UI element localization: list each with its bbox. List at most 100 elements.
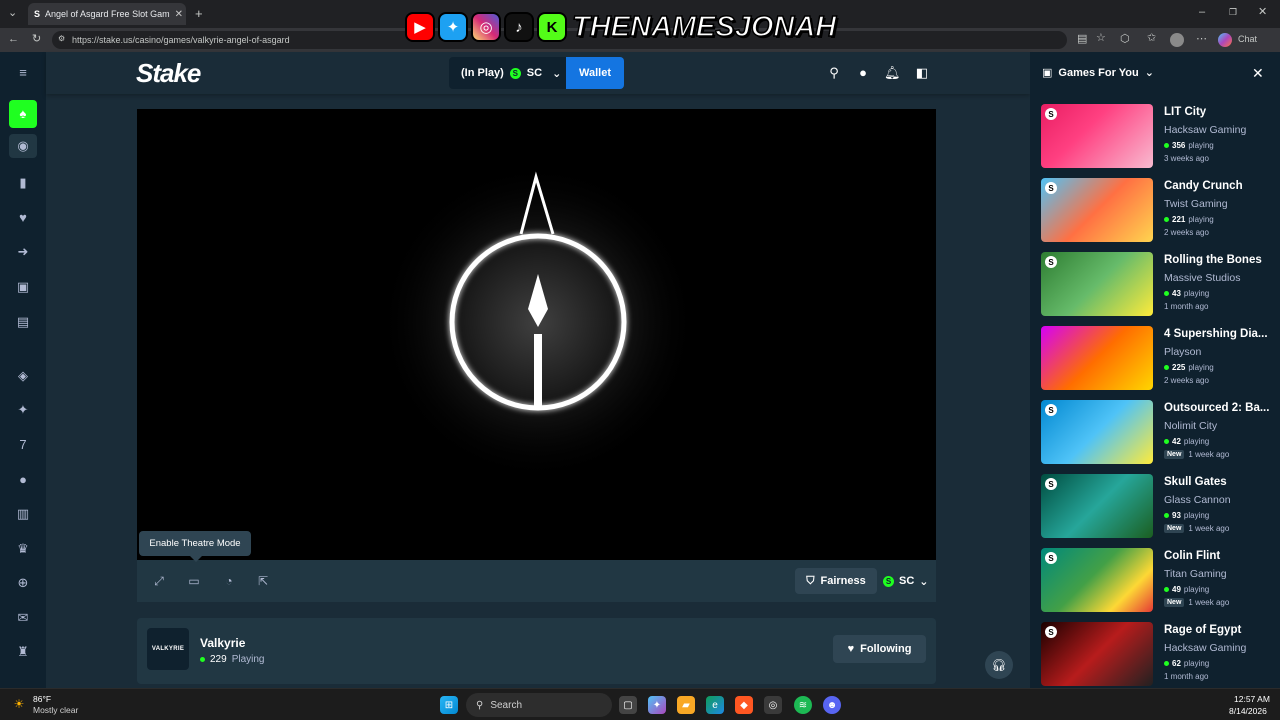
promotions-icon[interactable]: ✉ (13, 608, 33, 628)
task-view-icon[interactable]: ▢ (619, 696, 637, 714)
my-bets-icon[interactable]: ▤ (13, 312, 33, 332)
following-button[interactable]: ♥ Following (833, 635, 926, 663)
window-close-icon[interactable]: ✕ (1258, 7, 1267, 18)
favorites-icon[interactable]: ♥ (13, 208, 33, 228)
game-item[interactable]: S LIT City Hacksaw Gaming 356 playing 3 w… (1041, 104, 1278, 168)
game-thumbnail[interactable]: S (1041, 178, 1153, 242)
fullscreen-icon[interactable]: ⤢ (151, 573, 167, 589)
more-menu-icon[interactable]: ⋯ (1196, 34, 1207, 45)
toggle-sidebar-icon[interactable]: ◧ (914, 65, 930, 81)
edge-icon[interactable]: e (706, 696, 724, 714)
originals-icon[interactable]: ◈ (13, 366, 33, 386)
reload-icon[interactable]: ↻ (32, 34, 41, 45)
game-title[interactable]: Skull Gates (1164, 476, 1276, 488)
casino-icon[interactable]: ♠ (9, 100, 37, 128)
game-thumbnail[interactable]: S (1041, 400, 1153, 464)
notifications-icon[interactable]: 🔔︎ (884, 65, 901, 81)
game-provider[interactable]: Titan Gaming (1164, 568, 1227, 580)
game-shows-icon[interactable]: ▥ (13, 504, 33, 524)
weather-icon[interactable]: ☀ (10, 695, 28, 713)
obs-icon[interactable]: ◎ (764, 696, 782, 714)
game-thumbnail[interactable]: S (1041, 104, 1153, 168)
game-provider[interactable]: Twist Gaming (1164, 198, 1228, 210)
game-title[interactable]: Candy Crunch (1164, 180, 1276, 192)
start-icon[interactable]: ⊞ (440, 696, 458, 714)
game-provider[interactable]: Hacksaw Gaming (1164, 642, 1246, 654)
theatre-mode-icon[interactable]: ▭ (186, 573, 202, 589)
file-explorer-icon[interactable]: ▰ (677, 696, 695, 714)
game-provider[interactable]: Nolimit City (1164, 420, 1217, 432)
lobby-icon[interactable]: ◉ (9, 134, 37, 158)
clock-date[interactable]: 8/14/2026 (1229, 706, 1267, 716)
game-provider[interactable]: Hacksaw Gaming (1164, 124, 1246, 136)
spotify-icon[interactable]: ≋ (794, 696, 812, 714)
game-item[interactable]: S Rage of Egypt Hacksaw Gaming 62 playing… (1041, 622, 1278, 686)
provider-name[interactable]: Valkyrie (200, 636, 245, 650)
weather-temp[interactable]: 86°F (33, 694, 51, 704)
copilot-icon[interactable] (1218, 33, 1232, 47)
stake-logo[interactable]: Stake (136, 58, 201, 89)
reader-icon[interactable]: ▤ (1077, 34, 1087, 45)
game-title[interactable]: LIT City (1164, 106, 1276, 118)
profile-avatar[interactable] (1170, 33, 1184, 47)
wallet-button[interactable]: Wallet (566, 57, 624, 89)
game-item[interactable]: S Outsourced 2: Ba... Nolimit City 42 pla… (1041, 400, 1278, 464)
recent-icon[interactable]: ➜ (13, 242, 33, 262)
game-item[interactable]: S Candy Crunch Twist Gaming 221 playing 2… (1041, 178, 1278, 242)
minimize-icon[interactable]: – (1199, 7, 1205, 18)
weather-desc[interactable]: Mostly clear (33, 705, 78, 715)
exclusives-icon[interactable]: ✦ (13, 400, 33, 420)
taskbar-search[interactable]: ⚲ Search (466, 693, 612, 717)
vip-club-icon[interactable]: ♜ (13, 642, 33, 662)
close-icon[interactable]: ✕ (1252, 65, 1264, 82)
restore-icon[interactable]: ❐ (1229, 8, 1237, 17)
game-item[interactable]: 4 Supershing Dia... Playson 225 playing 2… (1041, 326, 1278, 390)
menu-icon[interactable]: ≡ (13, 63, 33, 83)
brave-icon[interactable]: ◆ (735, 696, 753, 714)
copilot-taskbar-icon[interactable]: ✦ (648, 696, 666, 714)
stats-icon[interactable]: ◔ (221, 573, 237, 589)
balance-selector[interactable]: (In Play) S SC ⌄ (449, 57, 567, 89)
site-info-icon[interactable]: ⚙ (58, 35, 65, 43)
game-item[interactable]: S Skull Gates Glass Cannon 93 playing New… (1041, 474, 1278, 538)
game-thumbnail[interactable] (1041, 326, 1153, 390)
popout-icon[interactable]: ⇱ (255, 573, 271, 589)
game-thumbnail[interactable]: S (1041, 474, 1153, 538)
game-thumbnail[interactable]: S (1041, 622, 1153, 686)
close-tab-icon[interactable]: ✕ (175, 9, 183, 20)
currency-selector[interactable]: S SC ⌄ (883, 568, 933, 594)
game-item[interactable]: S Colin Flint Titan Gaming 49 playing New… (1041, 548, 1278, 612)
game-thumbnail[interactable]: S (1041, 548, 1153, 612)
favorite-icon[interactable]: ☆ (1096, 33, 1106, 44)
live-casino-icon[interactable]: ● (13, 470, 33, 490)
live-support-icon[interactable]: 🎧︎ (985, 651, 1013, 679)
bookmark-icon[interactable]: ▮ (13, 173, 33, 193)
game-title[interactable]: Colin Flint (1164, 550, 1276, 562)
game-title[interactable]: 4 Supershing Dia... (1164, 328, 1276, 340)
slots-icon[interactable]: 7 (13, 435, 33, 455)
browser-tab[interactable]: S Angel of Asgard Free Slot Gam ✕ (28, 3, 186, 25)
new-releases-icon[interactable]: ♛ (13, 539, 33, 559)
extensions-icon[interactable]: ⬡ (1120, 34, 1130, 45)
clock-time[interactable]: 12:57 AM (1234, 694, 1270, 704)
chat-label[interactable]: Chat (1238, 35, 1257, 44)
challenges-icon[interactable]: ▣ (13, 277, 33, 297)
game-thumbnail[interactable]: S (1041, 252, 1153, 316)
blackjack-icon[interactable]: ⊕ (13, 573, 33, 593)
new-tab-icon[interactable]: + (195, 7, 203, 20)
game-canvas[interactable] (137, 109, 936, 560)
fairness-button[interactable]: ⛉ Fairness (795, 568, 877, 594)
game-title[interactable]: Rolling the Bones (1164, 254, 1276, 266)
game-provider[interactable]: Glass Cannon (1164, 494, 1231, 506)
favorites-bar-icon[interactable]: ✩ (1147, 33, 1156, 44)
provider-logo[interactable]: VALKYRIE (147, 628, 189, 670)
game-item[interactable]: S Rolling the Bones Massive Studios 43 pl… (1041, 252, 1278, 316)
user-icon[interactable]: ● (855, 65, 871, 81)
discord-icon[interactable]: ☻ (823, 696, 841, 714)
game-provider[interactable]: Playson (1164, 346, 1201, 358)
search-icon[interactable]: ⚲ (826, 65, 842, 81)
game-provider[interactable]: Massive Studios (1164, 272, 1240, 284)
panel-title[interactable]: ▣ Games For You ⌄ (1042, 66, 1154, 80)
game-title[interactable]: Rage of Egypt (1164, 624, 1276, 636)
game-title[interactable]: Outsourced 2: Ba... (1164, 402, 1276, 414)
